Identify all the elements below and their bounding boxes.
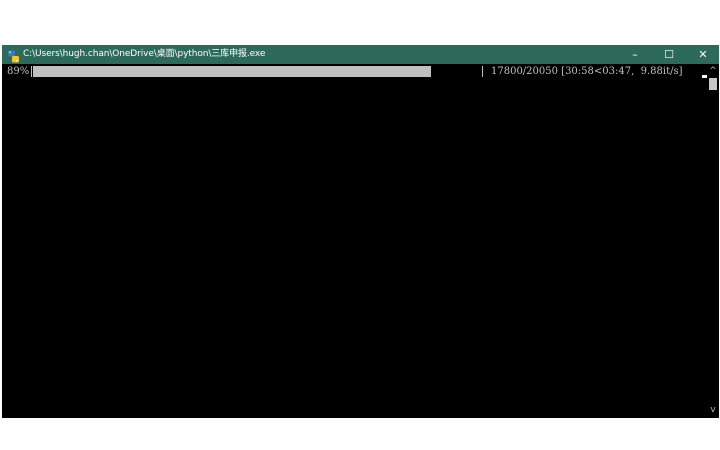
progress-bar-fill — [33, 66, 431, 77]
progress-bar-left-edge — [31, 66, 32, 77]
title-bar[interactable]: C:\Users\hugh.chan\OneDrive\桌面\python\三库… — [2, 45, 719, 64]
progress-bar-right-edge — [482, 66, 483, 77]
progress-stats: 17800/20050 [30:58<03:47, 9.88it/s] — [491, 66, 683, 77]
progress-percent: 89% — [7, 66, 30, 77]
console-output[interactable]: 89% 17800/20050 [30:58<03:47, 9.88it/s] — [2, 64, 708, 418]
minimize-button[interactable]: – — [618, 45, 652, 64]
close-icon: ✕ — [698, 48, 708, 61]
scroll-up-arrow-icon[interactable]: ^ — [707, 64, 719, 78]
close-button[interactable]: ✕ — [686, 45, 720, 64]
window-title: C:\Users\hugh.chan\OneDrive\桌面\python\三库… — [23, 49, 266, 59]
maximize-icon: ☐ — [664, 48, 674, 61]
console-window: C:\Users\hugh.chan\OneDrive\桌面\python\三库… — [2, 45, 719, 418]
maximize-button[interactable]: ☐ — [652, 45, 686, 64]
progress-bar — [33, 66, 481, 77]
vertical-scrollbar[interactable]: ^ v — [707, 64, 719, 418]
scroll-thumb[interactable] — [709, 78, 717, 90]
scroll-down-arrow-icon[interactable]: v — [707, 403, 719, 417]
python-icon — [7, 48, 20, 63]
minimize-icon: – — [632, 48, 638, 61]
